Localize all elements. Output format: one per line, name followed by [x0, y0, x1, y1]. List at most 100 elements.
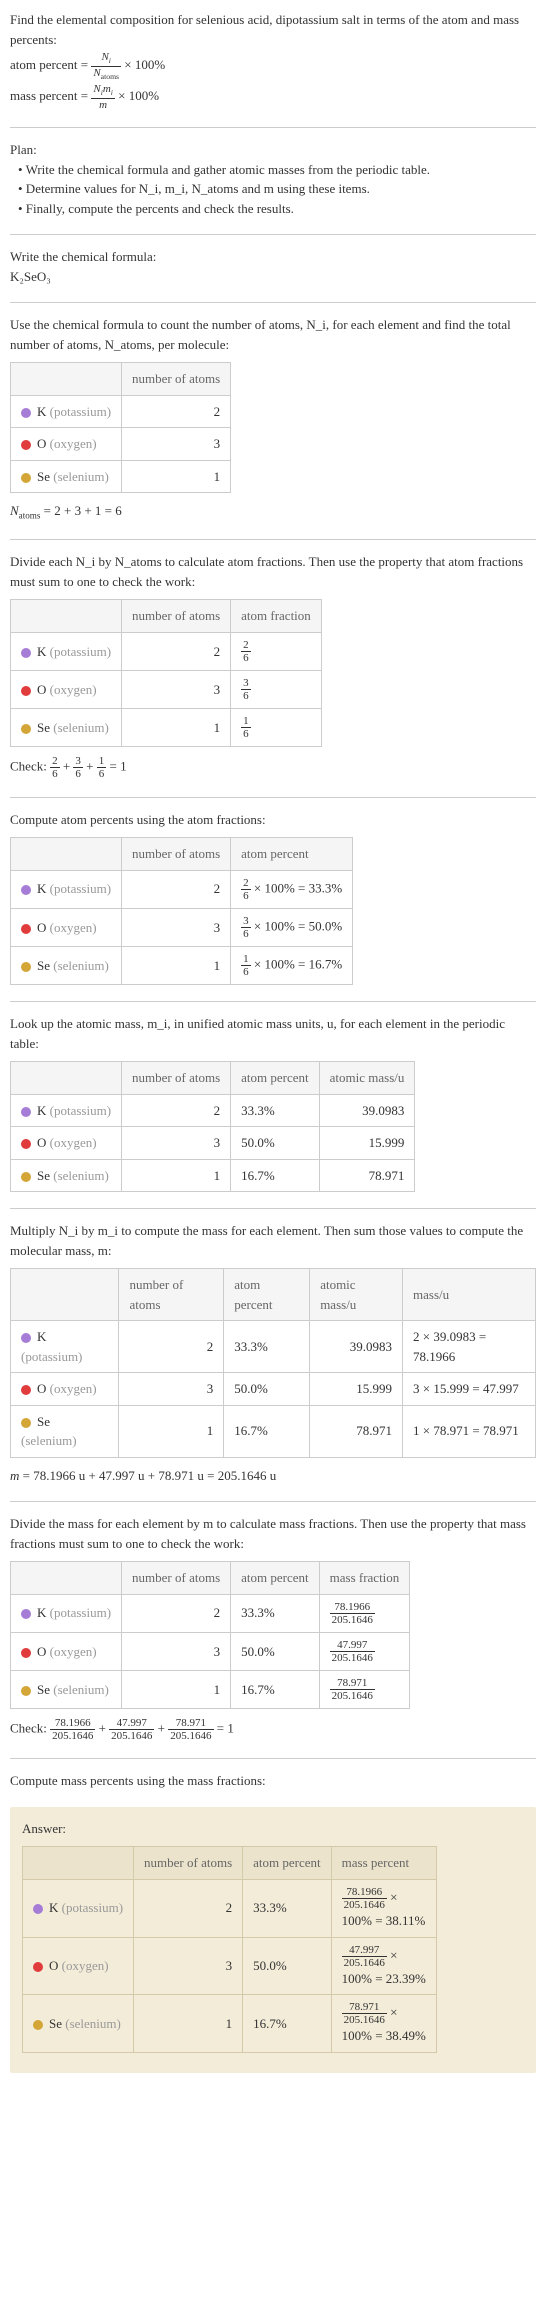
masspct-heading: Compute mass percents using the mass fra…	[10, 1771, 536, 1791]
answer-heading: Answer:	[22, 1819, 524, 1839]
element-swatch-icon	[21, 724, 31, 734]
mult-heading: Multiply N_i by m_i to compute the mass …	[10, 1221, 536, 1260]
col-header: number of atoms	[122, 838, 231, 871]
element-swatch-icon	[21, 1385, 31, 1395]
element-swatch-icon	[21, 686, 31, 696]
col-header: atom percent	[243, 1847, 332, 1880]
divider	[10, 797, 536, 798]
col-header: atom percent	[231, 838, 353, 871]
count-table: number of atoms K (potassium)2 O (oxygen…	[10, 362, 231, 493]
table-row: O (oxygen)336 × 100% = 50.0%	[11, 908, 353, 946]
table-row: K (potassium)226 × 100% = 33.3%	[11, 870, 353, 908]
table-row: O (oxygen)336	[11, 670, 322, 708]
table-row: K (potassium)233.3%78.1966205.1646 × 100…	[23, 1879, 437, 1937]
element-swatch-icon	[33, 1962, 43, 1972]
element-swatch-icon	[21, 924, 31, 934]
divider	[10, 539, 536, 540]
element-swatch-icon	[21, 1333, 31, 1343]
plan-item: • Write the chemical formula and gather …	[10, 160, 536, 180]
divider	[10, 127, 536, 128]
atomfrac-check: Check: 26 + 36 + 16 = 1	[10, 755, 536, 780]
table-row: K (potassium)233.3%39.0983	[11, 1094, 415, 1127]
table-row: Se (selenium)116.7%78.9711 × 78.971 = 78…	[11, 1405, 536, 1457]
intro-block: Find the elemental composition for selen…	[10, 10, 536, 111]
intro-text: Find the elemental composition for selen…	[10, 10, 536, 49]
masspct-block: Compute mass percents using the mass fra…	[10, 1771, 536, 1791]
atom-percent-formula: atom percent = NiNatoms × 100%	[10, 51, 536, 81]
massfrac-heading: Divide the mass for each element by m to…	[10, 1514, 536, 1553]
plan-heading: Plan:	[10, 140, 536, 160]
table-row: Se (selenium)116.7%78.971205.1646	[11, 1670, 410, 1708]
table-row: K (potassium)2	[11, 395, 231, 428]
formula-block: Write the chemical formula: K₂SeO₃	[10, 247, 536, 286]
col-header: mass fraction	[319, 1562, 410, 1595]
element-swatch-icon	[21, 1139, 31, 1149]
table-row: Se (selenium)116	[11, 709, 322, 747]
table-row: Se (selenium)116.7%78.971205.1646 × 100%…	[23, 1995, 437, 2053]
molecular-mass-total: m = 78.1966 u + 47.997 u + 78.971 u = 20…	[10, 1466, 536, 1486]
col-header: number of atoms	[134, 1847, 243, 1880]
element-swatch-icon	[21, 1648, 31, 1658]
table-row: Se (selenium)116 × 100% = 16.7%	[11, 946, 353, 984]
element-swatch-icon	[21, 648, 31, 658]
table-row: O (oxygen)350.0%15.9993 × 15.999 = 47.99…	[11, 1373, 536, 1406]
element-swatch-icon	[21, 1609, 31, 1619]
element-swatch-icon	[21, 962, 31, 972]
col-header: number of atoms	[122, 363, 231, 396]
divider	[10, 302, 536, 303]
element-swatch-icon	[21, 1418, 31, 1428]
element-swatch-icon	[21, 473, 31, 483]
divider	[10, 234, 536, 235]
col-header: atom percent	[231, 1062, 320, 1095]
atomfrac-block: Divide each N_i by N_atoms to calculate …	[10, 552, 536, 780]
col-header: number of atoms	[122, 600, 231, 633]
col-header: atom percent	[231, 1562, 320, 1595]
table-row: O (oxygen)350.0%47.997205.1646	[11, 1632, 410, 1670]
mass-block: Look up the atomic mass, m_i, in unified…	[10, 1014, 536, 1192]
mass-percent-formula: mass percent = Nimim × 100%	[10, 83, 536, 111]
count-block: Use the chemical formula to count the nu…	[10, 315, 536, 523]
mult-block: Multiply N_i by m_i to compute the mass …	[10, 1221, 536, 1485]
answer-box: Answer: number of atomsatom percentmass …	[10, 1807, 536, 2073]
table-row: Se (selenium)1	[11, 460, 231, 493]
mass-heading: Look up the atomic mass, m_i, in unified…	[10, 1014, 536, 1053]
element-swatch-icon	[21, 1172, 31, 1182]
col-header: atomic mass/u	[319, 1062, 415, 1095]
atompct-block: Compute atom percents using the atom fra…	[10, 810, 536, 986]
table-row: Se (selenium)116.7%78.971	[11, 1159, 415, 1192]
atompct-heading: Compute atom percents using the atom fra…	[10, 810, 536, 830]
element-swatch-icon	[21, 408, 31, 418]
chemical-formula: K₂SeO₃	[10, 267, 536, 287]
plan-item: • Finally, compute the percents and chec…	[10, 199, 536, 219]
divider	[10, 1501, 536, 1502]
divider	[10, 1758, 536, 1759]
element-swatch-icon	[33, 2020, 43, 2030]
mult-table: number of atomsatom percentatomic mass/u…	[10, 1268, 536, 1458]
col-header: number of atoms	[122, 1062, 231, 1095]
col-header: atom percent	[224, 1269, 310, 1321]
col-header: mass/u	[403, 1269, 536, 1321]
atomfrac-heading: Divide each N_i by N_atoms to calculate …	[10, 552, 536, 591]
element-swatch-icon	[21, 440, 31, 450]
table-row: K (potassium)233.3%78.1966205.1646	[11, 1594, 410, 1632]
element-swatch-icon	[33, 1904, 43, 1914]
massfrac-block: Divide the mass for each element by m to…	[10, 1514, 536, 1742]
answer-table: number of atomsatom percentmass percent …	[22, 1846, 437, 2053]
plan-item: • Determine values for N_i, m_i, N_atoms…	[10, 179, 536, 199]
element-swatch-icon	[21, 1686, 31, 1696]
massfrac-table: number of atomsatom percentmass fraction…	[10, 1561, 410, 1709]
element-swatch-icon	[21, 1107, 31, 1117]
plan-block: Plan: • Write the chemical formula and g…	[10, 140, 536, 218]
formula-heading: Write the chemical formula:	[10, 247, 536, 267]
col-header: number of atoms	[122, 1562, 231, 1595]
table-row: K (potassium)226	[11, 632, 322, 670]
atompct-table: number of atomsatom percent K (potassium…	[10, 837, 353, 985]
atomfrac-table: number of atomsatom fraction K (potassiu…	[10, 599, 322, 747]
count-heading: Use the chemical formula to count the nu…	[10, 315, 536, 354]
table-row: O (oxygen)3	[11, 428, 231, 461]
col-header: atom fraction	[231, 600, 322, 633]
table-row: K (potassium)233.3%39.09832 × 39.0983 = …	[11, 1321, 536, 1373]
table-row: O (oxygen)350.0%47.997205.1646 × 100% = …	[23, 1937, 437, 1995]
col-header: number of atoms	[119, 1269, 224, 1321]
divider	[10, 1208, 536, 1209]
